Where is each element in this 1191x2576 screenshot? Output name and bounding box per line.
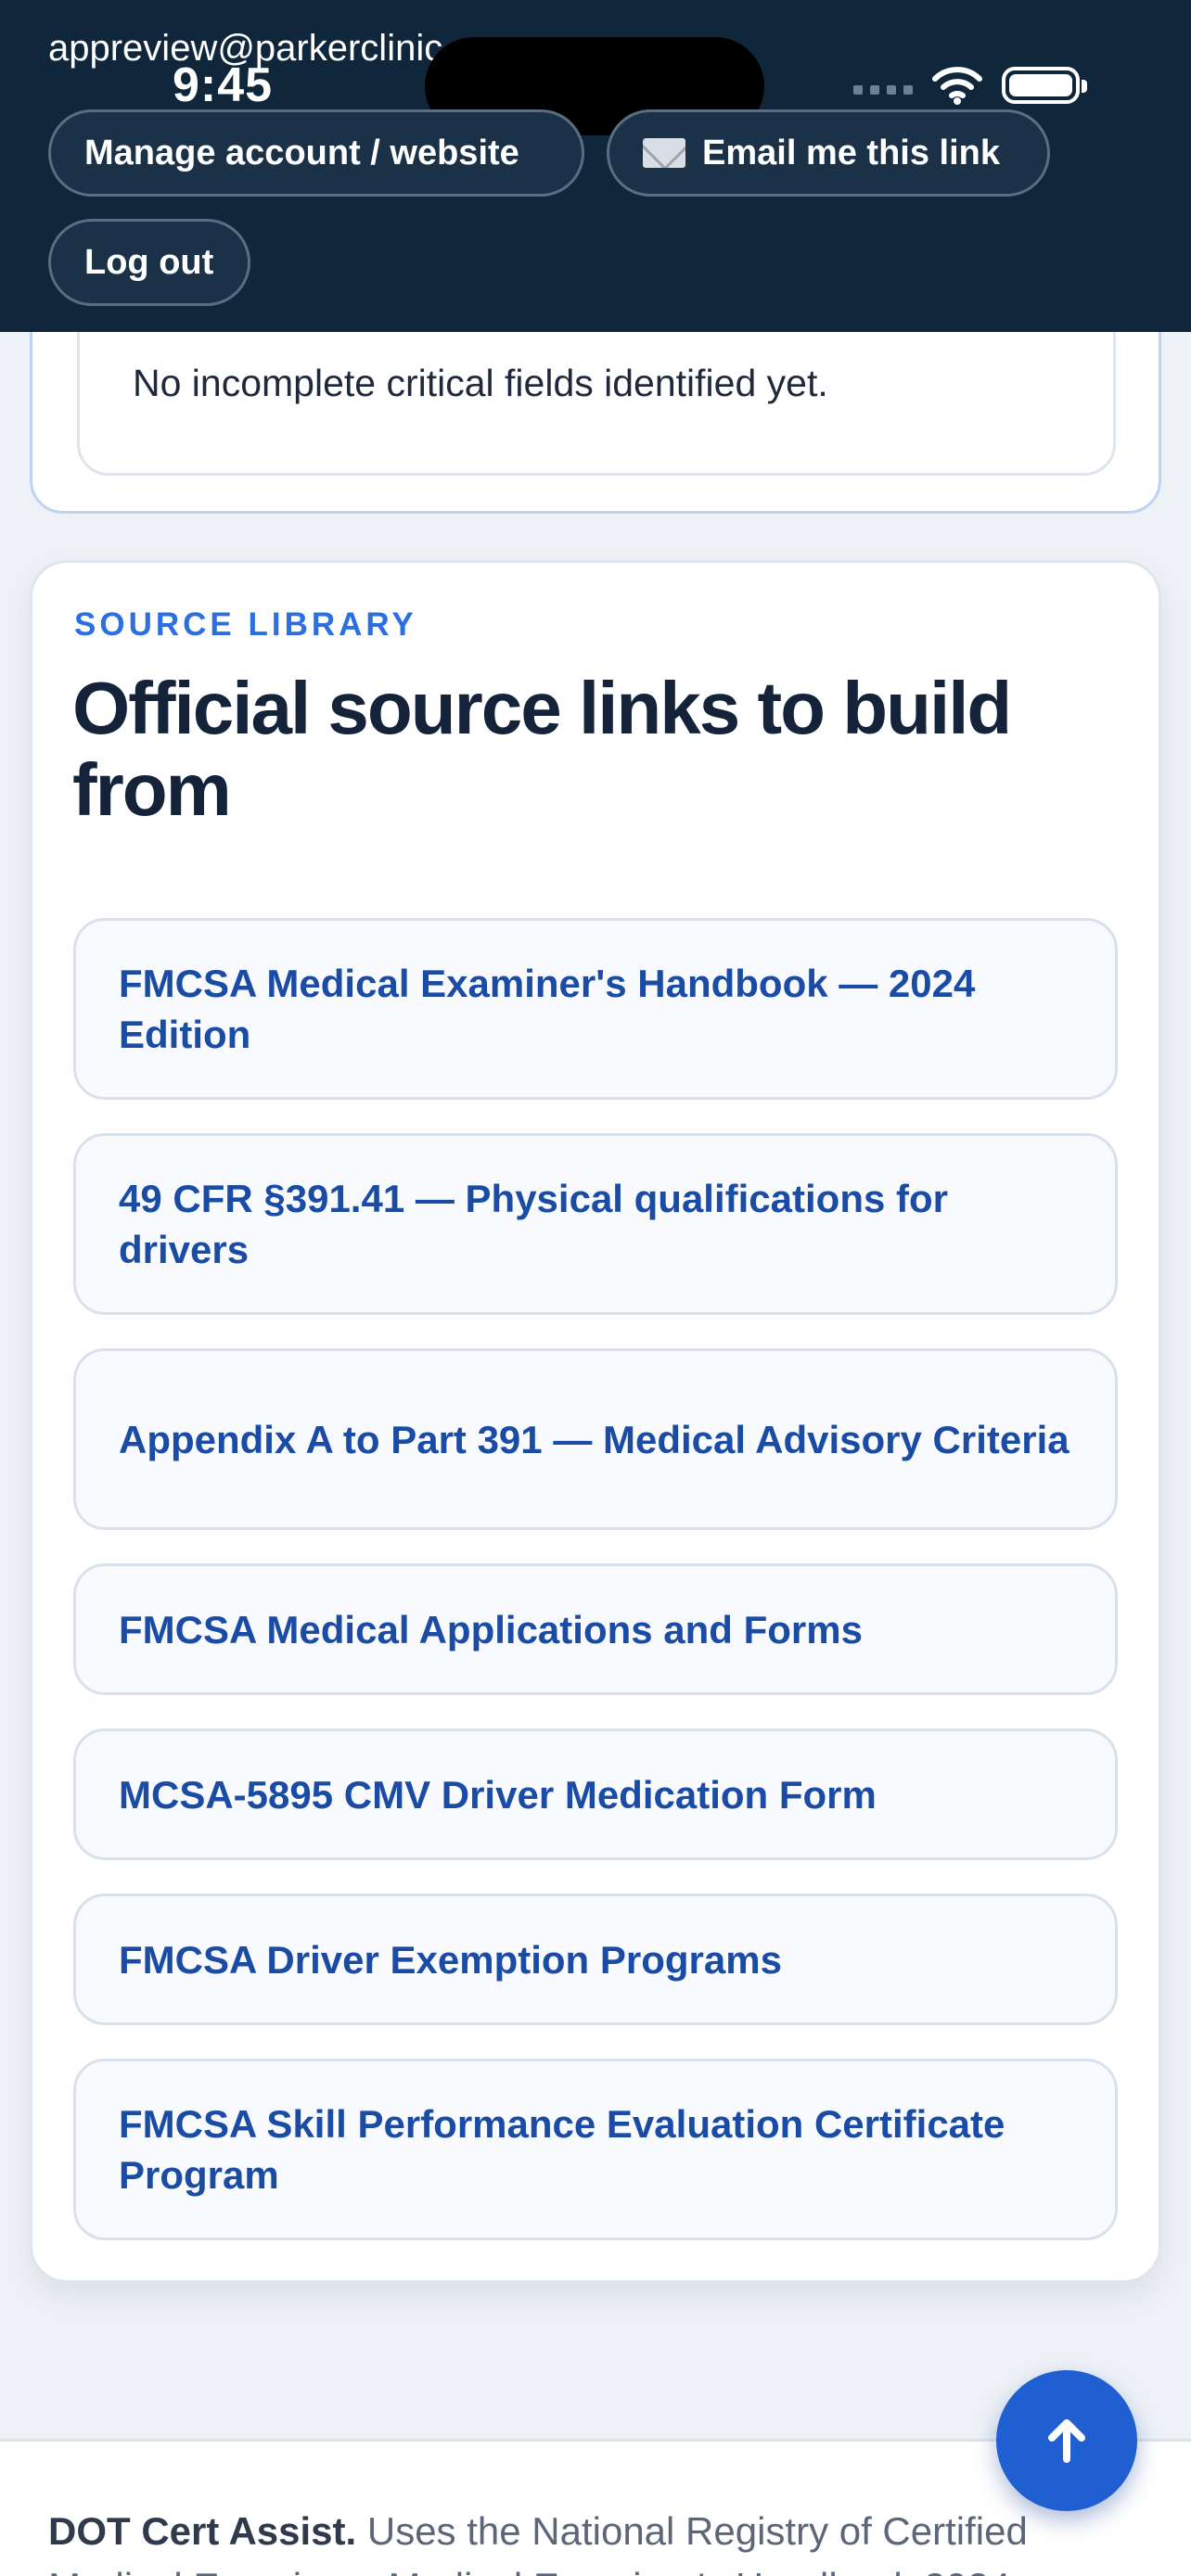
source-link-label: FMCSA Driver Exemption Programs bbox=[119, 1937, 782, 1982]
source-link-label: FMCSA Medical Applications and Forms bbox=[119, 1607, 863, 1651]
email-link-button[interactable]: Email me this link bbox=[607, 109, 1050, 197]
source-link[interactable]: 49 CFR §391.41 — Physical qualifications… bbox=[73, 1133, 1118, 1315]
manage-account-label: Manage account / website bbox=[84, 133, 519, 172]
source-link[interactable]: Appendix A to Part 391 — Medical Advisor… bbox=[73, 1348, 1118, 1530]
source-link-label: FMCSA Medical Examiner's Handbook — 2024… bbox=[119, 962, 976, 1056]
wifi-icon bbox=[932, 67, 982, 105]
source-link-label: MCSA-5895 CMV Driver Medication Form bbox=[119, 1772, 877, 1817]
back-to-top-button[interactable] bbox=[996, 2370, 1137, 2511]
source-link-label: FMCSA Skill Performance Evaluation Certi… bbox=[119, 2102, 1005, 2197]
arrow-up-icon bbox=[1048, 2419, 1085, 2463]
source-library-kicker: SOURCE LIBRARY bbox=[74, 606, 417, 643]
footer-brand: DOT Cert Assist. bbox=[48, 2509, 357, 2553]
status-icons bbox=[853, 65, 1087, 106]
incomplete-fields-message: No incomplete critical fields identified… bbox=[133, 362, 828, 404]
source-link-label: Appendix A to Part 391 — Medical Advisor… bbox=[119, 1417, 1069, 1461]
source-link-label: 49 CFR §391.41 — Physical qualifications… bbox=[119, 1177, 948, 1271]
source-link[interactable]: FMCSA Medical Applications and Forms bbox=[73, 1563, 1118, 1695]
battery-icon bbox=[1002, 67, 1087, 104]
logout-button[interactable]: Log out bbox=[48, 219, 250, 306]
page: No incomplete critical fields identified… bbox=[0, 0, 1191, 2576]
source-link[interactable]: FMCSA Skill Performance Evaluation Certi… bbox=[73, 2059, 1118, 2240]
logout-label: Log out bbox=[84, 242, 214, 282]
envelope-icon bbox=[643, 138, 685, 168]
source-library-title: Official source links to build from bbox=[72, 667, 1012, 831]
source-link[interactable]: FMCSA Medical Examiner's Handbook — 2024… bbox=[73, 918, 1118, 1100]
status-time: 9:45 bbox=[173, 58, 274, 112]
manage-account-button[interactable]: Manage account / website bbox=[48, 109, 584, 197]
source-link[interactable]: MCSA-5895 CMV Driver Medication Form bbox=[73, 1728, 1118, 1860]
cellular-signal-icon bbox=[853, 76, 913, 95]
source-link[interactable]: FMCSA Driver Exemption Programs bbox=[73, 1894, 1118, 2025]
footer-text: DOT Cert Assist. Uses the National Regis… bbox=[48, 2504, 1161, 2576]
app-header: appreview@parkerclinic 9:45 Manage accou… bbox=[0, 0, 1191, 332]
email-link-label: Email me this link bbox=[702, 133, 1000, 172]
